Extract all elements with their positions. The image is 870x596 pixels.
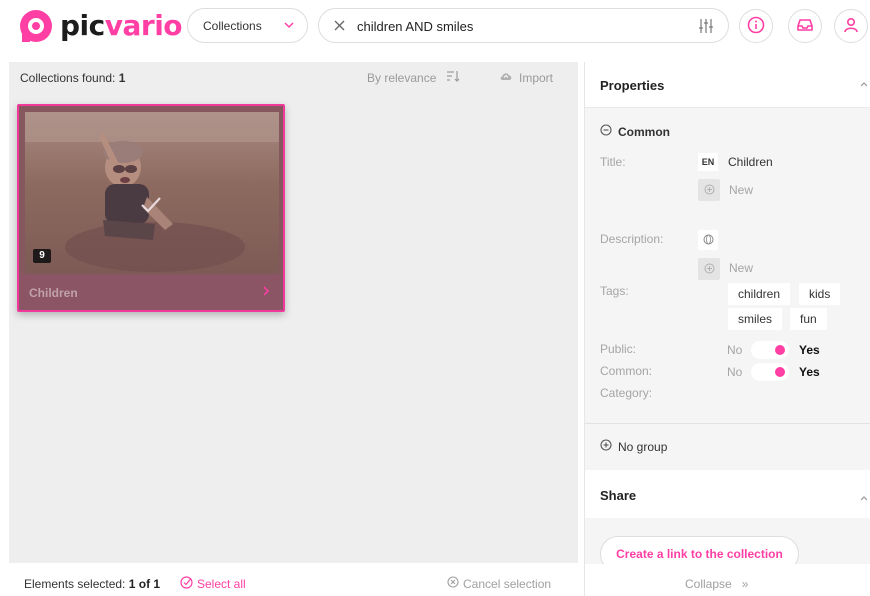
public-switch[interactable]: [751, 341, 789, 359]
share-header[interactable]: Share: [585, 470, 870, 518]
user-icon: [842, 16, 860, 37]
top-bar: picvario Collections: [0, 0, 870, 52]
user-button[interactable]: [834, 9, 868, 43]
properties-header[interactable]: Properties: [585, 62, 870, 108]
import-label: Import: [519, 70, 554, 85]
results-count: Collections found: 1: [20, 71, 126, 85]
chevron-down-icon: [283, 19, 295, 34]
double-chevron-right-icon: »: [741, 577, 749, 591]
cancel-selection-label: Cancel selection: [463, 576, 552, 591]
properties-title: Properties: [600, 78, 665, 93]
item-count-badge: 9: [33, 249, 51, 263]
category-field-label: Category:: [600, 386, 653, 400]
search-input[interactable]: [357, 15, 677, 37]
scope-select[interactable]: Collections: [187, 8, 308, 43]
properties-panel: Properties Common Title: EN Children New…: [584, 62, 870, 596]
chevron-up-icon[interactable]: [859, 490, 869, 505]
tag-chip[interactable]: children: [728, 283, 791, 305]
tag-chip[interactable]: smiles: [728, 308, 783, 330]
plus-circle-icon: [600, 439, 612, 454]
add-description-button[interactable]: [698, 258, 720, 280]
clear-icon[interactable]: [333, 19, 346, 35]
globe-icon: [703, 233, 714, 248]
common-field-label: Common:: [600, 364, 653, 378]
collection-card[interactable]: 9 Children: [17, 104, 285, 312]
collapse-bar[interactable]: Collapse »: [585, 564, 870, 596]
collection-card-footer: Children: [19, 274, 283, 310]
cloud-upload-icon: [499, 70, 513, 85]
no-group-label: No group: [618, 439, 668, 454]
collection-name: Children: [29, 286, 78, 300]
language-badge[interactable]: EN: [698, 153, 718, 171]
selection-bar: Elements selected: 1 of 1 Select all Can…: [0, 565, 580, 596]
logo-wordmark: picvario: [60, 9, 183, 42]
filters-icon[interactable]: [698, 18, 714, 37]
selection-count: Elements selected: 1 of 1: [24, 577, 161, 591]
scope-select-value: Collections: [203, 18, 262, 33]
globe-button[interactable]: [698, 230, 718, 250]
title-value[interactable]: Children: [728, 155, 773, 169]
add-title-button[interactable]: [698, 179, 720, 201]
common-toggle[interactable]: No Yes: [727, 363, 820, 381]
inbox-icon: [796, 16, 814, 37]
close-circle-icon: [447, 576, 459, 591]
plus-icon: [704, 183, 715, 198]
cancel-selection-button[interactable]: Cancel selection: [447, 576, 551, 591]
tag-chip[interactable]: fun: [790, 308, 827, 330]
public-toggle[interactable]: No Yes: [727, 341, 820, 359]
tag-chip[interactable]: kids: [799, 283, 841, 305]
chevron-up-icon[interactable]: [859, 76, 869, 91]
chevron-right-icon[interactable]: [261, 285, 271, 300]
description-field-label: Description:: [600, 232, 664, 246]
check-circle-icon: [180, 576, 193, 592]
sort-control[interactable]: By relevance: [367, 70, 460, 85]
info-button[interactable]: [739, 9, 773, 43]
info-icon: [747, 16, 765, 37]
select-all-label: Select all: [197, 577, 246, 591]
common-section-label: Common: [618, 124, 670, 139]
inbox-button[interactable]: [788, 9, 822, 43]
checkmark-icon: [140, 196, 162, 217]
plus-icon: [704, 262, 715, 277]
public-field-label: Public:: [600, 342, 637, 356]
minus-circle-icon: [600, 124, 612, 139]
sort-icon: [446, 70, 460, 85]
title-field-label: Title:: [600, 155, 626, 169]
select-all-button[interactable]: Select all: [180, 576, 246, 592]
divider: [585, 423, 870, 424]
import-button[interactable]: Import: [499, 70, 553, 85]
common-switch[interactable]: [751, 363, 789, 381]
tags-field-label: Tags:: [600, 284, 629, 298]
common-section-toggle[interactable]: Common: [600, 124, 670, 139]
logo[interactable]: picvario: [18, 8, 183, 44]
add-title-label[interactable]: New: [729, 183, 753, 197]
search-box: [318, 8, 729, 43]
collection-thumbnail: [25, 112, 279, 274]
no-group-toggle[interactable]: No group: [600, 439, 667, 454]
sort-label: By relevance: [367, 70, 437, 85]
logo-mark-icon: [18, 8, 54, 44]
share-title: Share: [600, 488, 637, 503]
add-description-label[interactable]: New: [729, 261, 753, 275]
results-panel: Collections found: 1 By relevance Import: [9, 62, 578, 563]
collapse-label: Collapse: [685, 577, 732, 591]
